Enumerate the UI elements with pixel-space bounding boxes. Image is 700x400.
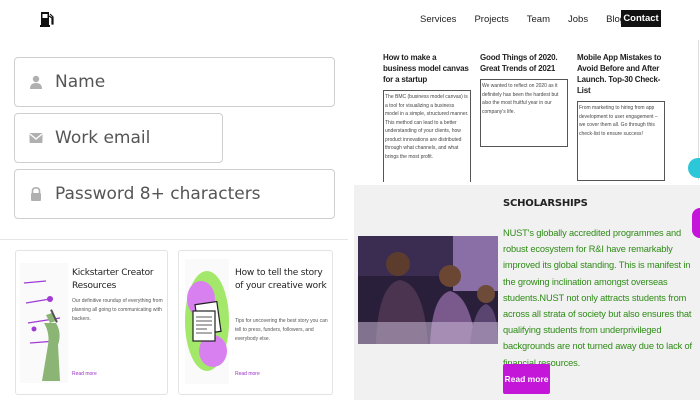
work-email-field[interactable]: Work email bbox=[14, 113, 223, 163]
card-title: How to tell the story of your creative w… bbox=[235, 268, 327, 291]
post-excerpt: From marketing to hiring from app develo… bbox=[579, 105, 658, 137]
nav-jobs[interactable]: Jobs bbox=[568, 14, 588, 25]
students-photo bbox=[358, 236, 498, 344]
scholarships-title: SCHOLARSHIPS bbox=[503, 198, 588, 209]
post-title[interactable]: Mobile App Mistakes to Avoid Before and … bbox=[577, 52, 665, 96]
top-nav: Services Projects Team Jobs Blog bbox=[420, 10, 643, 28]
card-title: Kickstarter Creator Resources bbox=[72, 268, 154, 291]
email-icon bbox=[29, 133, 43, 143]
name-placeholder: Name bbox=[55, 72, 106, 92]
lock-icon bbox=[31, 187, 41, 201]
post-excerpt: We wanted to reflect on 2020 as it defin… bbox=[482, 83, 559, 115]
blog-post-bmc[interactable]: How to make a business model canvas for … bbox=[383, 52, 471, 182]
post-excerpt-box: We wanted to reflect on 2020 as it defin… bbox=[480, 79, 568, 147]
post-excerpt-box: The BMC (business model canvas) is a too… bbox=[383, 90, 471, 182]
nav-team[interactable]: Team bbox=[527, 14, 550, 25]
contact-button[interactable]: Contact bbox=[621, 10, 661, 27]
post-title[interactable]: How to make a business model canvas for … bbox=[383, 52, 471, 85]
work-email-placeholder: Work email bbox=[55, 128, 151, 148]
documents-illustration bbox=[185, 259, 229, 384]
read-more-link[interactable]: Read more bbox=[235, 371, 260, 377]
nav-projects[interactable]: Projects bbox=[474, 14, 508, 25]
read-more-link[interactable]: Read more bbox=[72, 371, 97, 377]
hand-drawing-illustration bbox=[20, 263, 68, 383]
post-title[interactable]: Good Things of 2020. Great Trends of 202… bbox=[480, 52, 568, 74]
nav-services[interactable]: Services bbox=[420, 14, 456, 25]
resource-card-story[interactable]: How to tell the story of your creative w… bbox=[178, 250, 333, 395]
password-placeholder: Password 8+ characters bbox=[55, 184, 261, 204]
section-divider bbox=[0, 239, 348, 240]
name-field[interactable]: Name bbox=[14, 57, 335, 107]
scholarships-description: NUST's globally accredited programmes an… bbox=[503, 228, 692, 368]
blog-post-2020[interactable]: Good Things of 2020. Great Trends of 202… bbox=[480, 52, 568, 147]
chat-widget-icon[interactable] bbox=[688, 158, 700, 178]
password-field[interactable]: Password 8+ characters bbox=[14, 169, 335, 219]
post-excerpt: The BMC (business model canvas) is a too… bbox=[385, 94, 469, 160]
user-icon bbox=[30, 75, 42, 89]
scholarships-read-more-button[interactable]: Read more bbox=[503, 364, 550, 394]
card-description: Tips for uncovering the best story you c… bbox=[235, 318, 328, 342]
blog-post-mobile-app[interactable]: Mobile App Mistakes to Avoid Before and … bbox=[577, 52, 665, 181]
resource-card-kickstarter[interactable]: Kickstarter Creator Resources Our defini… bbox=[15, 250, 168, 395]
post-excerpt-box: From marketing to hiring from app develo… bbox=[577, 101, 665, 181]
fuel-pump-logo-icon[interactable] bbox=[40, 10, 54, 28]
card-description: Our definitive roundup of everything fro… bbox=[72, 298, 163, 322]
